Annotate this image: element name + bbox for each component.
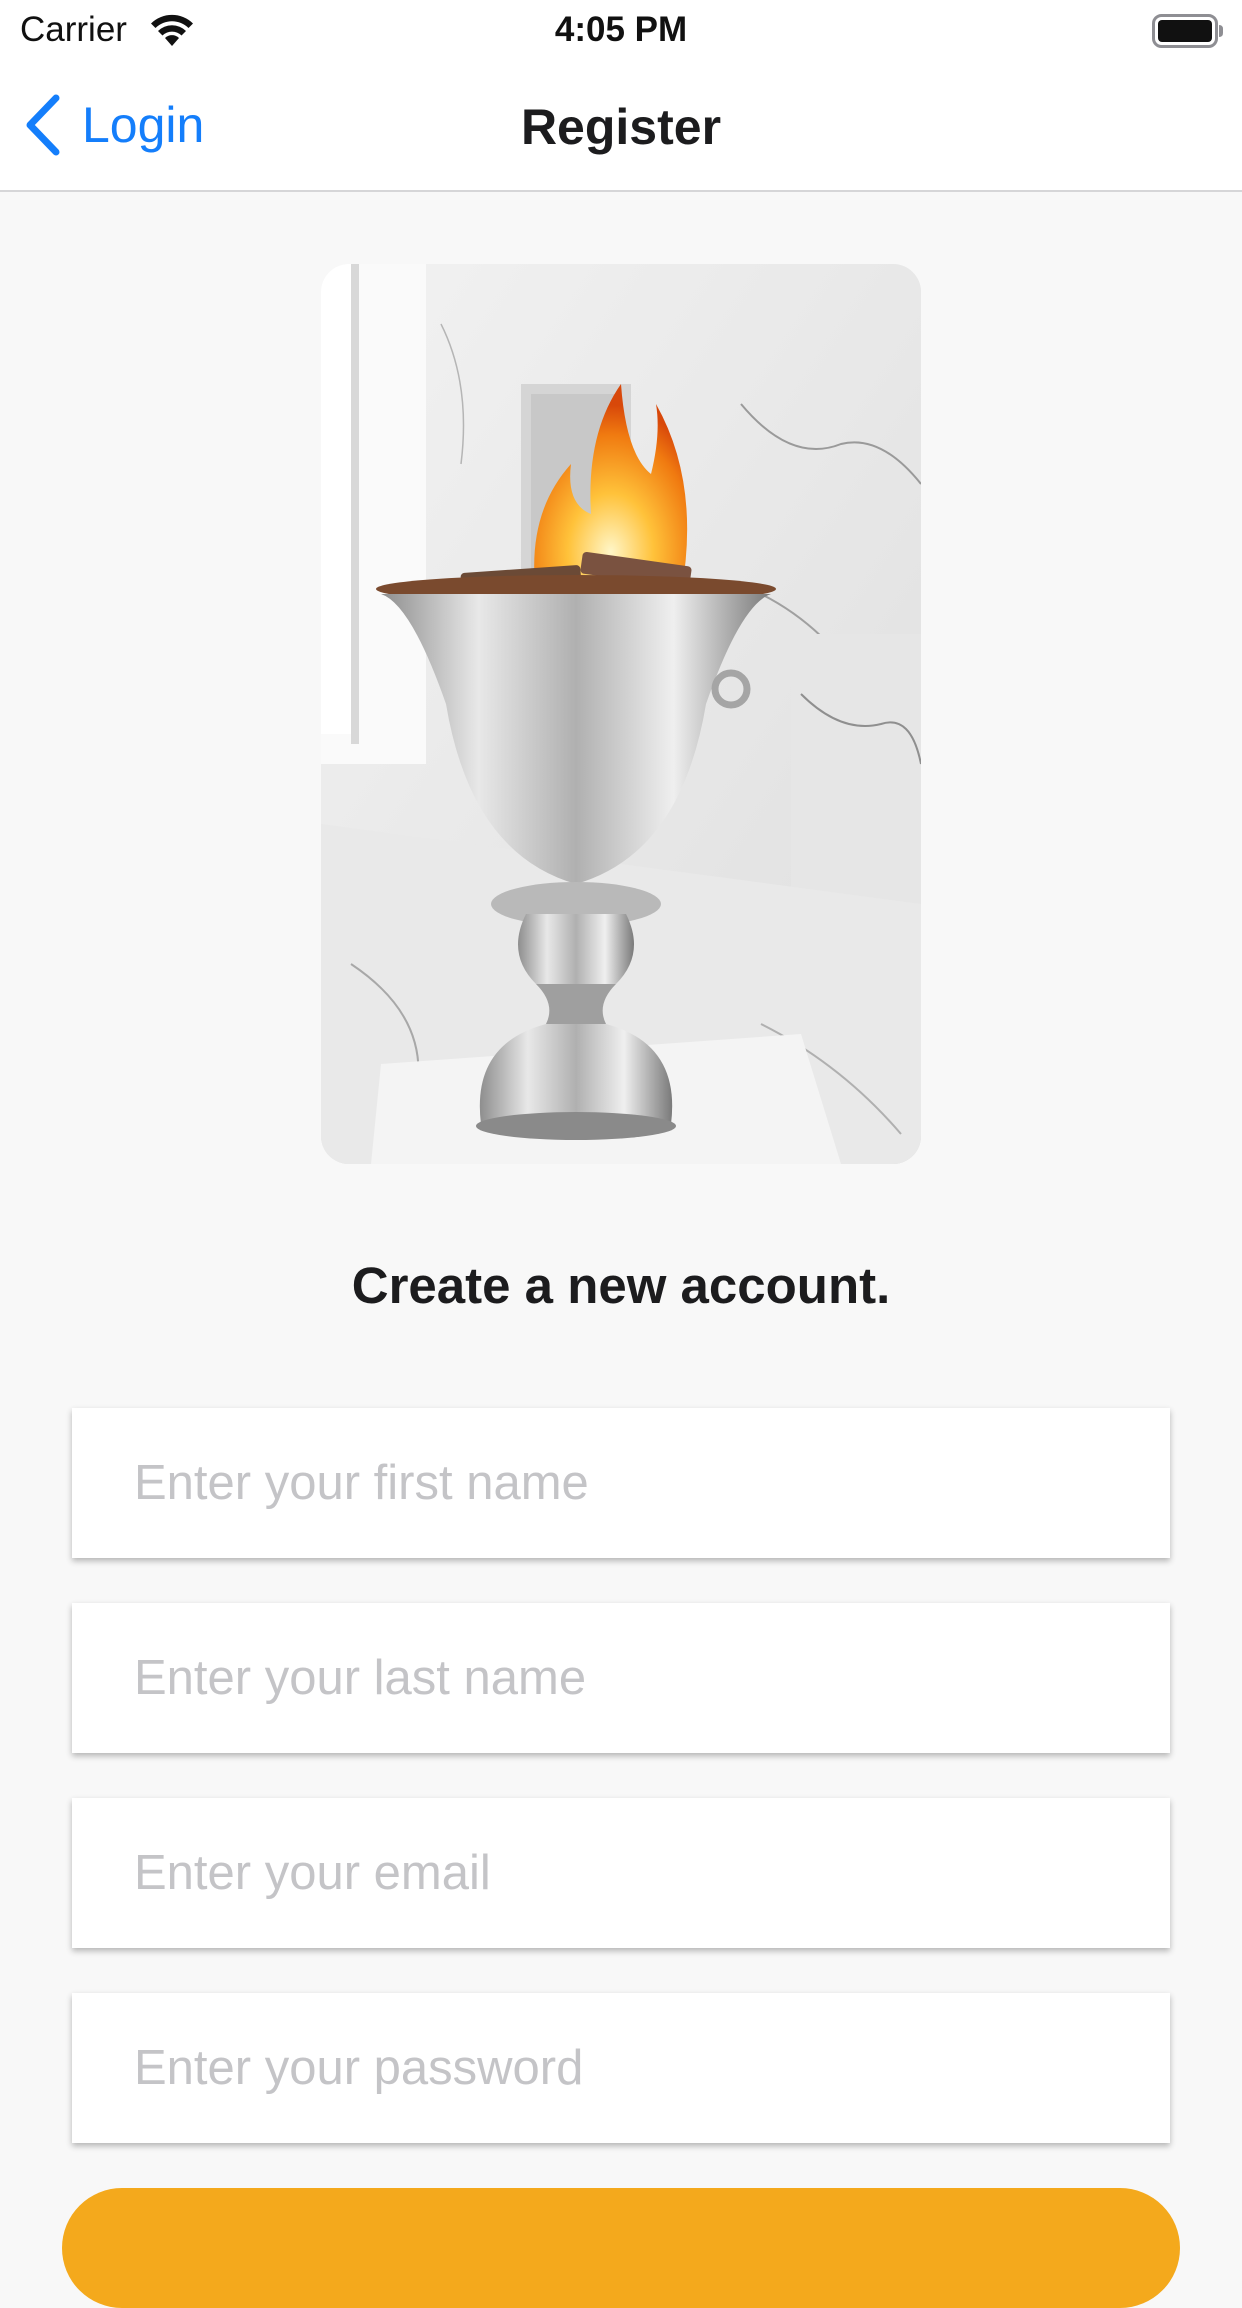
- status-time: 4:05 PM: [554, 10, 688, 49]
- email-input[interactable]: [72, 1798, 1170, 1948]
- fire-urn-illustration: [321, 264, 921, 1164]
- email-field-container: [72, 1798, 1170, 1948]
- first-name-field-container: [72, 1408, 1170, 1558]
- page-title: Register: [520, 99, 722, 155]
- form-heading: Create a new account.: [351, 1257, 891, 1314]
- password-input[interactable]: [72, 1993, 1170, 2143]
- last-name-field-container: [72, 1603, 1170, 1753]
- hero-image: [321, 264, 921, 1164]
- status-bar: Carrier 4:05 PM: [0, 0, 1242, 62]
- last-name-input[interactable]: [72, 1603, 1170, 1753]
- register-submit-button[interactable]: [62, 2188, 1180, 2308]
- navigation-bar: Login Register: [0, 62, 1242, 192]
- first-name-input[interactable]: [72, 1408, 1170, 1558]
- password-field-container: [72, 1993, 1170, 2143]
- battery-full-icon: [1152, 14, 1223, 48]
